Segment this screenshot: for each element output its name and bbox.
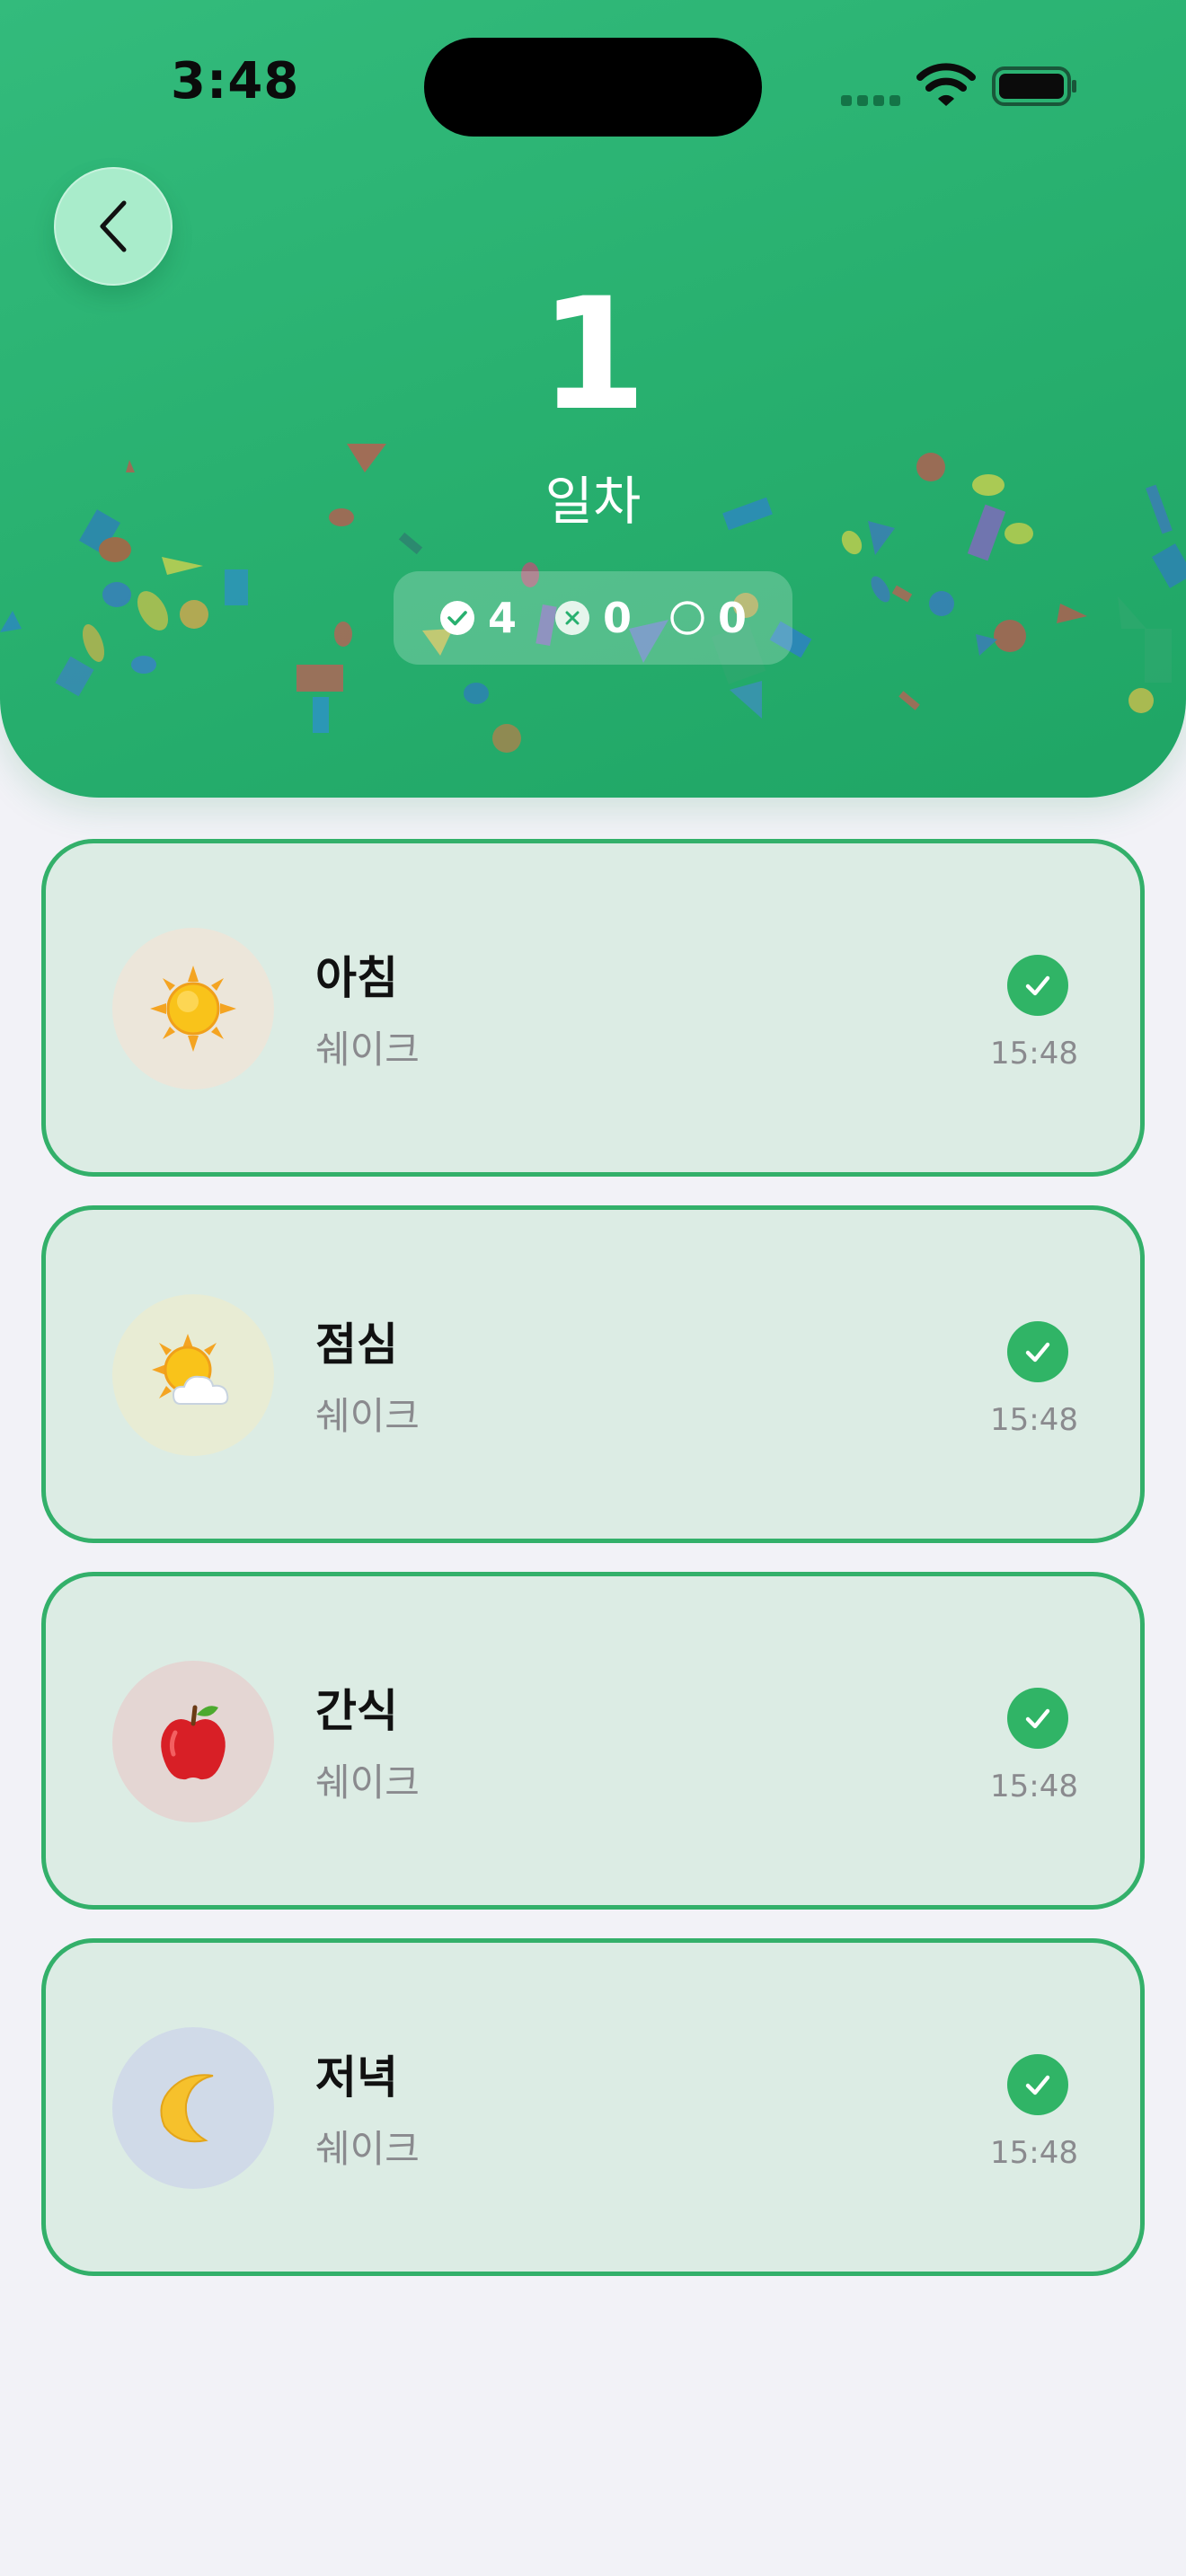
meal-subtitle: 쉐이크 (315, 2127, 420, 2171)
checkmark-icon (1025, 975, 1050, 996)
summary-completed-count: 4 (487, 594, 517, 642)
status-time: 3:48 (171, 52, 300, 110)
summary-pending: 0 (669, 594, 747, 642)
meal-time: 15:48 (990, 1769, 1078, 1804)
meal-icon-circle (112, 928, 274, 1090)
battery-icon (992, 66, 1076, 106)
crescent-moon-icon (160, 2074, 214, 2143)
meal-status-check[interactable] (1007, 1321, 1068, 1382)
meal-time: 15:48 (990, 1036, 1078, 1072)
meal-list: 아침 쉐이크 15:48 점심 쉐이크 15:48 간식 쉐이크 15:48 저… (41, 839, 1145, 2305)
sun-behind-cloud-icon (152, 1334, 229, 1405)
summary-skipped: 0 (554, 594, 632, 642)
meal-subtitle: 쉐이크 (315, 1028, 420, 1072)
meal-icon-circle (112, 1294, 274, 1456)
day-number: 1 (539, 264, 647, 445)
x-circle-icon (554, 601, 589, 635)
back-button[interactable] (54, 167, 173, 286)
apple-icon (161, 1705, 226, 1780)
meal-card-lunch[interactable]: 점심 쉐이크 15:48 (41, 1205, 1145, 1543)
summary-pending-count: 0 (718, 594, 748, 642)
meal-card-dinner[interactable]: 저녁 쉐이크 15:48 (41, 1938, 1145, 2276)
check-circle-icon (439, 601, 474, 635)
checkmark-icon (1025, 1342, 1050, 1363)
meal-title: 저녁 (315, 2051, 398, 2104)
summary-skipped-count: 0 (602, 594, 632, 642)
meal-summary: 4 0 0 (394, 571, 792, 665)
summary-completed: 4 (439, 594, 517, 642)
meal-icon-circle (112, 1661, 274, 1822)
meal-title: 점심 (315, 1319, 398, 1371)
day-header: 3:48 1 일차 4 0 0 (0, 0, 1186, 798)
meal-time: 15:48 (990, 1402, 1078, 1438)
meal-title: 간식 (315, 1685, 398, 1737)
day-detail-screen: 3:48 1 일차 4 0 0 아침 쉐이크 15:48 점심 쉐이크 15:4… (0, 0, 1186, 2576)
meal-subtitle: 쉐이크 (315, 1394, 420, 1438)
chevron-left-icon (100, 200, 127, 252)
sun-icon (150, 966, 236, 1052)
empty-circle-icon (670, 601, 704, 635)
checkmark-icon (1025, 2075, 1050, 2095)
meal-status-check[interactable] (1007, 2054, 1068, 2115)
meal-icon-circle (112, 2027, 274, 2189)
meal-title: 아침 (315, 952, 398, 1004)
meal-status-check[interactable] (1007, 955, 1068, 1016)
wifi-icon (916, 63, 976, 106)
cellular-signal-icon (841, 95, 902, 106)
day-label: 일차 (544, 471, 642, 532)
status-bar: 3:48 (0, 0, 1186, 171)
dynamic-island (424, 38, 762, 137)
meal-subtitle: 쉐이크 (315, 1760, 420, 1804)
meal-card-breakfast[interactable]: 아침 쉐이크 15:48 (41, 839, 1145, 1177)
checkmark-icon (1025, 1708, 1050, 1729)
meal-card-snack[interactable]: 간식 쉐이크 15:48 (41, 1572, 1145, 1910)
meal-time: 15:48 (990, 2135, 1078, 2171)
meal-status-check[interactable] (1007, 1688, 1068, 1749)
